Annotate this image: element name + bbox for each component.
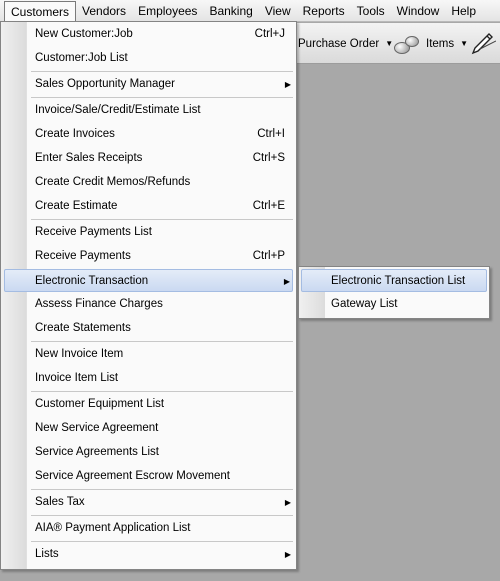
submenu-item-label: Electronic Transaction List xyxy=(331,275,466,287)
menu-item-label: New Service Agreement xyxy=(35,422,159,434)
menu-separator xyxy=(31,515,293,516)
menu-item-label: Create Statements xyxy=(35,322,131,334)
menu-item-aia-payment-application-list[interactable]: AIA® Payment Application List xyxy=(4,517,293,540)
submenu-item-label: Gateway List xyxy=(331,298,398,310)
submenu-item-electronic-transaction-list[interactable]: Electronic Transaction List xyxy=(301,269,487,292)
menu-window[interactable]: Window xyxy=(391,1,446,21)
menu-item-customer-equipment-list[interactable]: Customer Equipment List xyxy=(4,393,293,416)
menu-separator xyxy=(31,541,293,542)
menu-item-receive-payments[interactable]: Receive Payments Ctrl+P xyxy=(4,245,293,268)
electronic-transaction-submenu: Electronic Transaction List Gateway List xyxy=(298,266,490,319)
menu-item-label: Service Agreement Escrow Movement xyxy=(35,470,230,482)
menu-item-enter-sales-receipts[interactable]: Enter Sales Receipts Ctrl+S xyxy=(4,147,293,170)
menu-item-sales-tax[interactable]: Sales Tax ▶ xyxy=(4,491,293,514)
submenu-arrow-icon: ▶ xyxy=(283,277,290,286)
menu-item-invoice-item-list[interactable]: Invoice Item List xyxy=(4,367,293,390)
pen-icon xyxy=(471,32,496,54)
menu-item-label: Service Agreements List xyxy=(35,446,160,458)
menu-reports[interactable]: Reports xyxy=(297,1,351,21)
menu-view[interactable]: View xyxy=(259,1,297,21)
menu-item-shortcut: Ctrl+E xyxy=(252,200,285,212)
menu-separator xyxy=(31,489,293,490)
menu-item-label: AIA® Payment Application List xyxy=(35,522,191,534)
menu-banking[interactable]: Banking xyxy=(203,1,258,21)
menu-employees[interactable]: Employees xyxy=(132,1,203,21)
menu-item-label: New Invoice Item xyxy=(35,348,124,360)
menu-item-invoice-list[interactable]: Invoice/Sale/Credit/Estimate List xyxy=(4,99,293,122)
menu-item-label: Create Invoices xyxy=(35,128,115,140)
menu-item-label: Enter Sales Receipts xyxy=(35,152,143,164)
menu-item-label: Invoice/Sale/Credit/Estimate List xyxy=(35,104,201,116)
menu-item-shortcut: Ctrl+S xyxy=(252,152,285,164)
menu-item-label: Assess Finance Charges xyxy=(35,298,163,310)
menu-separator xyxy=(31,391,293,392)
menu-separator xyxy=(31,341,293,342)
purchase-order-button[interactable]: Purchase Order ▼ xyxy=(298,23,393,64)
menu-item-label: Electronic Transaction xyxy=(35,275,149,287)
menu-separator xyxy=(31,97,293,98)
menu-item-shortcut: Ctrl+I xyxy=(257,128,285,140)
menu-item-create-credit-memos[interactable]: Create Credit Memos/Refunds xyxy=(4,171,293,194)
menu-separator xyxy=(31,219,293,220)
items-label: Items xyxy=(426,37,455,50)
menu-item-new-invoice-item[interactable]: New Invoice Item xyxy=(4,343,293,366)
menu-item-label: Customer:Job List xyxy=(35,52,128,64)
menu-customers[interactable]: Customers xyxy=(4,0,77,23)
menu-item-new-service-agreement[interactable]: New Service Agreement xyxy=(4,417,293,440)
menu-vendors[interactable]: Vendors xyxy=(76,1,132,21)
menu-item-service-agreements-list[interactable]: Service Agreements List xyxy=(4,441,293,464)
menu-item-assess-finance-charges[interactable]: Assess Finance Charges xyxy=(4,293,293,316)
submenu-item-gateway-list[interactable]: Gateway List xyxy=(301,293,487,316)
menu-item-electronic-transaction[interactable]: Electronic Transaction ▶ xyxy=(4,269,293,292)
menu-item-new-customer-job[interactable]: New Customer:Job Ctrl+J xyxy=(4,23,293,46)
submenu-arrow-icon: ▶ xyxy=(284,550,291,559)
menu-item-create-statements[interactable]: Create Statements xyxy=(4,317,293,340)
menu-item-label: Lists xyxy=(35,548,59,560)
menu-item-sales-opportunity-manager[interactable]: Sales Opportunity Manager ▶ xyxy=(4,73,293,96)
menu-item-label: Invoice Item List xyxy=(35,372,119,384)
menu-item-label: Create Credit Memos/Refunds xyxy=(35,176,191,188)
menu-item-service-agreement-escrow[interactable]: Service Agreement Escrow Movement xyxy=(4,465,293,488)
menu-item-shortcut: Ctrl+P xyxy=(252,250,285,262)
menu-item-receive-payments-list[interactable]: Receive Payments List xyxy=(4,221,293,244)
menu-item-label: New Customer:Job xyxy=(35,28,133,40)
customers-menu: New Customer:Job Ctrl+J Customer:Job Lis… xyxy=(0,21,297,570)
menu-separator xyxy=(31,71,293,72)
menu-item-label: Receive Payments xyxy=(35,250,131,262)
menu-item-label: Sales Tax xyxy=(35,496,85,508)
submenu-arrow-icon: ▶ xyxy=(284,498,291,507)
menu-item-create-invoices[interactable]: Create Invoices Ctrl+I xyxy=(4,123,293,146)
chevron-down-icon: ▼ xyxy=(460,39,469,48)
menu-item-create-estimate[interactable]: Create Estimate Ctrl+E xyxy=(4,195,293,218)
menu-help[interactable]: Help xyxy=(445,1,482,21)
submenu-arrow-icon: ▶ xyxy=(284,80,291,89)
menu-item-label: Customer Equipment List xyxy=(35,398,165,410)
menu-item-label: Create Estimate xyxy=(35,200,118,212)
items-button[interactable]: Items ▼ xyxy=(392,23,468,64)
menu-bar: Customers Vendors Employees Banking View… xyxy=(0,0,500,23)
menu-item-label: Receive Payments List xyxy=(35,226,152,238)
pen-tool-button[interactable] xyxy=(470,23,496,64)
menu-item-shortcut: Ctrl+J xyxy=(254,28,285,40)
purchase-order-label: Purchase Order xyxy=(298,37,380,50)
menu-item-customer-job-list[interactable]: Customer:Job List xyxy=(4,47,293,70)
items-icon xyxy=(392,32,422,56)
menu-tools[interactable]: Tools xyxy=(351,1,391,21)
menu-item-lists[interactable]: Lists ▶ xyxy=(4,543,293,566)
menu-item-label: Sales Opportunity Manager xyxy=(35,78,175,90)
